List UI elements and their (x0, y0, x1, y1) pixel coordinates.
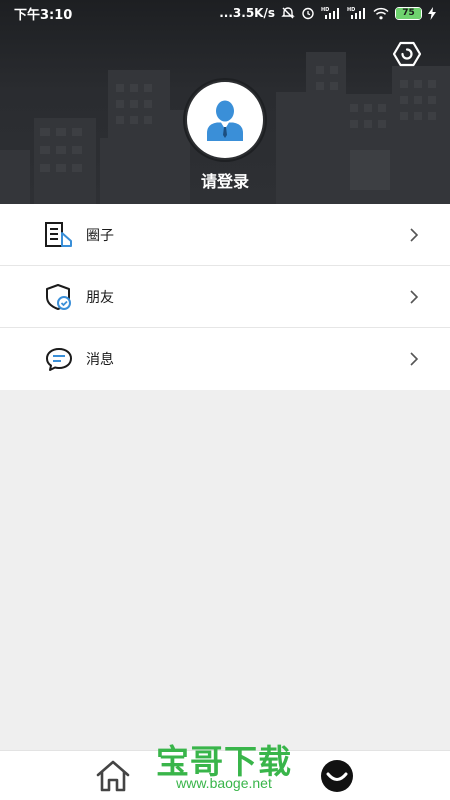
menu-item-messages[interactable]: 消息 (0, 328, 450, 390)
avatar[interactable] (187, 82, 263, 158)
menu-item-circles[interactable]: 圈子 (0, 204, 450, 266)
status-time: 下午3:10 (14, 7, 73, 23)
user-avatar-icon (207, 100, 243, 141)
login-prompt[interactable]: 请登录 (0, 168, 450, 192)
charging-bolt-icon (428, 6, 436, 20)
status-indicators: ...3.5K/s HD HD 75 (219, 6, 436, 20)
alarm-off-icon (281, 7, 295, 19)
battery-indicator: 75 (395, 6, 422, 20)
signal-icon-1: HD (321, 7, 339, 19)
avatar-ring (183, 78, 267, 162)
menu-item-friends[interactable]: 朋友 (0, 266, 450, 328)
settings-hexagon-icon (393, 41, 421, 67)
signal-icon-2: HD (347, 7, 365, 19)
status-bar: 下午3:10 ...3.5K/s HD HD 75 (0, 0, 450, 26)
home-icon (96, 760, 130, 792)
tab-home[interactable] (94, 759, 132, 793)
chevron-right-icon (410, 228, 419, 242)
signal-hd-label-1: HD (321, 7, 329, 13)
signal-hd-label-2: HD (347, 7, 355, 13)
chevron-right-icon (410, 290, 419, 304)
tab-me[interactable] (318, 759, 356, 793)
chat-bubble-icon (44, 345, 74, 373)
chevron-right-icon (410, 352, 419, 366)
menu-item-label: 圈子 (86, 227, 114, 244)
profile-header: 下午3:10 ...3.5K/s HD HD 75 请登录 (0, 0, 450, 204)
profile-menu: 圈子 朋友 消息 (0, 204, 450, 390)
smile-icon (321, 760, 353, 792)
wifi-icon (373, 7, 389, 19)
document-icon (44, 221, 74, 249)
menu-item-label: 朋友 (86, 289, 114, 306)
battery-level: 75 (396, 7, 421, 19)
network-speed: ...3.5K/s (219, 6, 275, 20)
bottom-tab-bar (0, 750, 450, 800)
alarm-clock-icon (302, 7, 314, 20)
settings-button[interactable] (392, 40, 422, 68)
menu-item-label: 消息 (86, 352, 114, 368)
shield-icon (44, 283, 74, 311)
